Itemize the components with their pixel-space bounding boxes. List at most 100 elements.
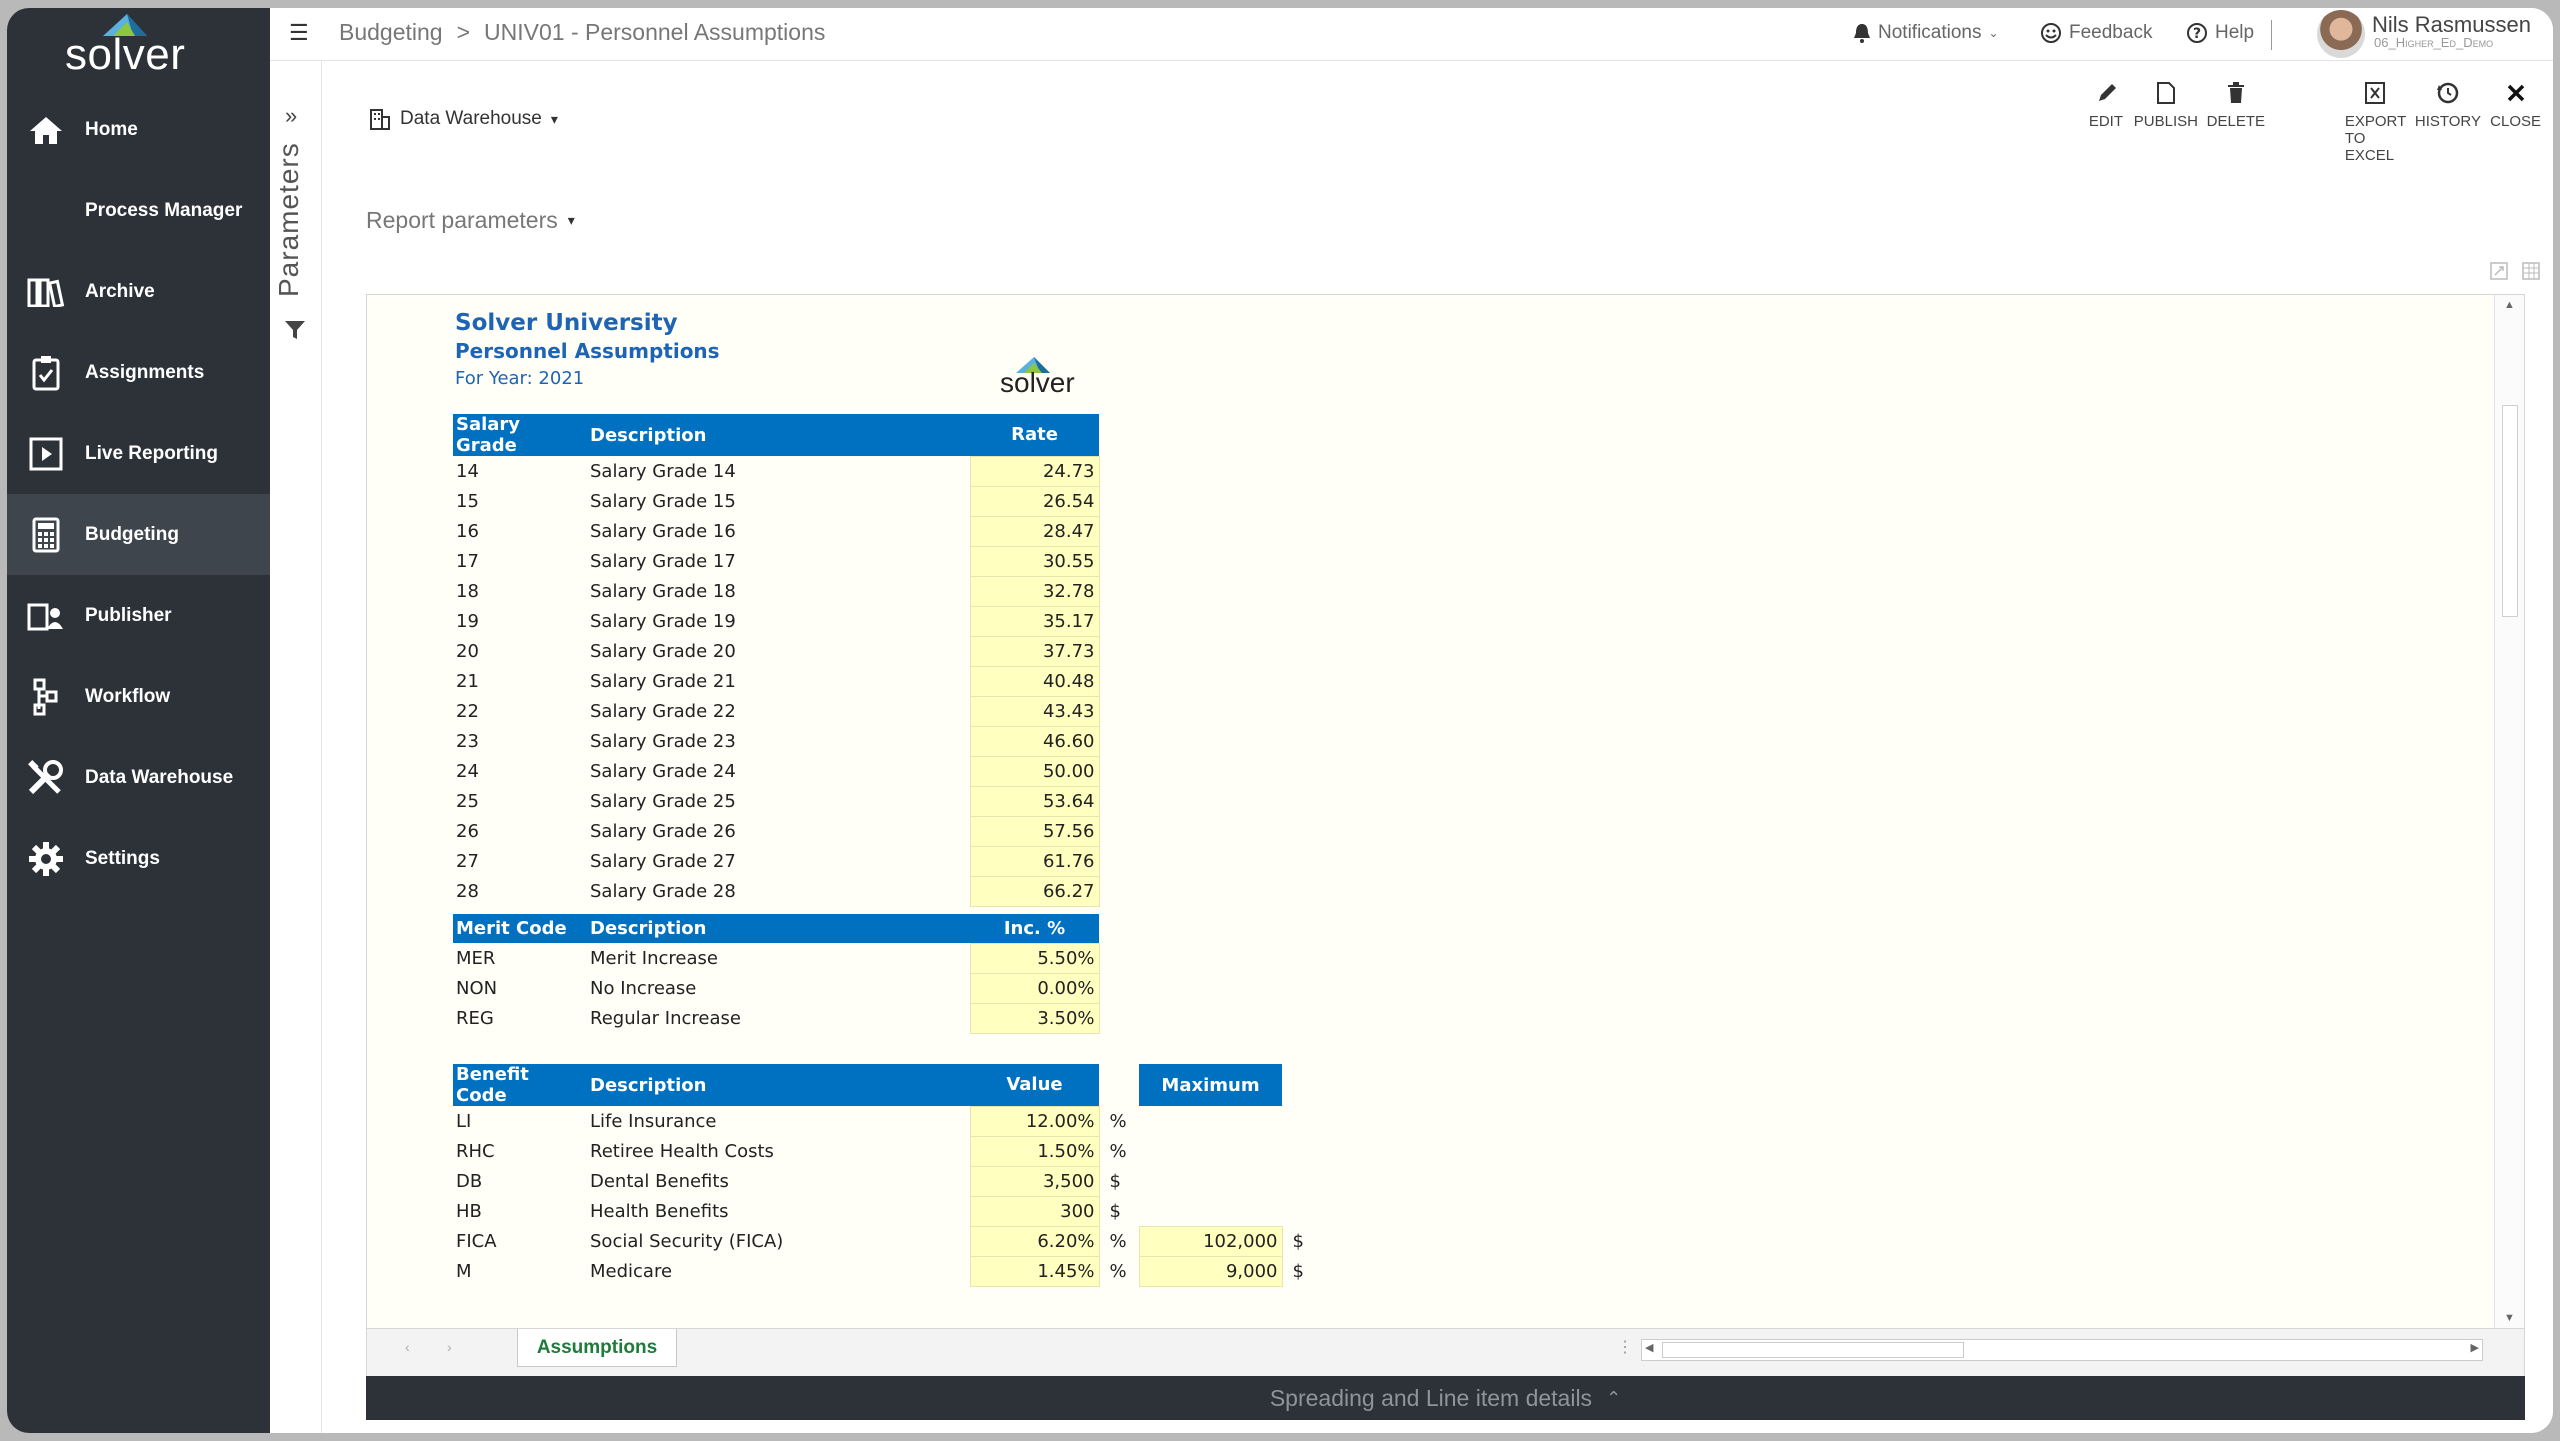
avatar[interactable] [2317, 10, 2365, 58]
expand-icon[interactable]: » [285, 103, 297, 129]
rate-input-cell[interactable]: 61.76 [969, 845, 1100, 877]
sidebar-item-settings[interactable]: Settings [7, 818, 270, 899]
sidebar-item-assignments[interactable]: Assignments [7, 332, 270, 413]
grid-icon[interactable] [2521, 261, 2541, 281]
calculator-icon [7, 517, 85, 553]
sidebar-item-label: Publisher [85, 604, 172, 626]
sidebar-item-home[interactable]: Home [7, 89, 270, 170]
history-button[interactable]: HISTORY [2415, 81, 2481, 130]
sidebar-item-live-reporting[interactable]: Live Reporting [7, 413, 270, 494]
publish-button[interactable]: PUBLISH [2134, 81, 2198, 130]
rate-input-cell[interactable]: 30.55 [969, 545, 1100, 577]
tab-assumptions[interactable]: Assumptions [517, 1329, 677, 1367]
sidebar-item-publisher[interactable]: Publisher [7, 575, 270, 656]
code-cell: NON [456, 977, 498, 999]
column-header: Description [587, 914, 970, 943]
rate-input-cell[interactable]: 28.47 [969, 515, 1100, 547]
tab-next-icon[interactable]: › [447, 1339, 452, 1355]
edit-button[interactable]: EDIT [2089, 81, 2123, 130]
sidebar-item-budgeting[interactable]: Budgeting [7, 494, 270, 575]
excel-icon [2365, 82, 2386, 104]
report-parameters-toggle[interactable]: Report parameters ▾ [366, 207, 575, 234]
maximum-input-cell[interactable]: 102,000 [1138, 1225, 1283, 1257]
value-input-cell[interactable]: 3,500 [969, 1165, 1100, 1197]
close-button[interactable]: CLOSE [2490, 81, 2541, 130]
rate-input-cell[interactable]: 26.54 [969, 485, 1100, 517]
description-cell: Salary Grade 21 [590, 670, 736, 692]
percent-input-cell[interactable]: 3.50% [969, 1002, 1100, 1034]
menu-icon[interactable]: ☰ [289, 20, 309, 46]
scroll-left-icon[interactable]: ◀ [1645, 1341, 1653, 1354]
rate-input-cell[interactable]: 40.48 [969, 665, 1100, 697]
data-source-dropdown[interactable]: Data Warehouse ▾ [369, 108, 558, 130]
rate-input-cell[interactable]: 46.60 [969, 725, 1100, 757]
description-cell: Life Insurance [590, 1110, 717, 1132]
value-input-cell[interactable]: 1.45% [969, 1255, 1100, 1287]
description-cell: Medicare [590, 1260, 673, 1282]
rate-input-cell[interactable]: 32.78 [969, 575, 1100, 607]
table-row: M Medicare 1.45%% 9,000 $ [453, 1255, 1312, 1287]
solver-logo[interactable]: solver [7, 8, 270, 79]
sidebar-item-data-warehouse[interactable]: Data Warehouse [7, 737, 270, 818]
column-header: Benefit Code [453, 1064, 587, 1106]
rate-input-cell[interactable]: 43.43 [969, 695, 1100, 727]
rate-input-cell[interactable]: 66.27 [969, 875, 1100, 907]
breadcrumb-page: UNIV01 - Personnel Assumptions [484, 19, 826, 45]
splitter-icon[interactable]: ⋮ [1617, 1337, 1633, 1357]
percent-input-cell[interactable]: 0.00% [969, 972, 1100, 1004]
percent-input-cell[interactable]: 5.50% [969, 942, 1100, 974]
chevron-down-icon: ⌄ [1988, 26, 1999, 40]
table-row: 14 Salary Grade 14 24.73 [453, 455, 1100, 487]
code-cell: 19 [456, 610, 479, 632]
feedback-button[interactable]: Feedback [2040, 22, 2152, 44]
feedback-label: Feedback [2069, 22, 2153, 43]
rate-input-cell[interactable]: 37.73 [969, 635, 1100, 667]
rate-input-cell[interactable]: 35.17 [969, 605, 1100, 637]
maximum-cell [1139, 1196, 1282, 1226]
column-header: Description [587, 414, 970, 456]
rate-input-cell[interactable]: 53.64 [969, 785, 1100, 817]
maximum-input-cell[interactable]: 9,000 [1138, 1255, 1283, 1287]
scroll-down-icon[interactable]: ▼ [2504, 1312, 2515, 1324]
spreading-details-label: Spreading and Line item details [1269, 1384, 1593, 1411]
delete-button[interactable]: DELETE [2207, 81, 2265, 130]
help-button[interactable]: ? Help [2186, 22, 2254, 44]
data-source-label: Data Warehouse [400, 108, 542, 129]
scroll-thumb[interactable] [2502, 405, 2518, 617]
table-row: 23 Salary Grade 23 46.60 [453, 725, 1100, 757]
rate-input-cell[interactable]: 24.73 [969, 455, 1100, 487]
value-input-cell[interactable]: 300 [969, 1195, 1100, 1227]
report-org: Solver University [455, 310, 678, 336]
tab-prev-icon[interactable]: ‹ [405, 1339, 410, 1355]
expand-icon[interactable] [2489, 261, 2509, 281]
sidebar-item-workflow[interactable]: Workflow [7, 656, 270, 737]
code-cell: RHC [456, 1140, 495, 1162]
description-cell: Salary Grade 14 [590, 460, 736, 482]
notifications-button[interactable]: Notifications ⌄ [1853, 22, 1999, 44]
building-icon [370, 109, 390, 130]
value-input-cell[interactable]: 1.50% [969, 1135, 1100, 1167]
spreading-details-bar[interactable]: Spreading and Line item details ⌃ [366, 1376, 2525, 1420]
unit-cell: % [1109, 1260, 1127, 1282]
scroll-right-icon[interactable]: ▶ [2471, 1341, 2479, 1354]
table-row: 18 Salary Grade 18 32.78 [453, 575, 1100, 607]
table-row: 19 Salary Grade 19 35.17 [453, 605, 1100, 637]
parameters-label[interactable]: Parameters [273, 142, 305, 297]
export-to-excel-button[interactable]: EXPORT TO EXCEL [2345, 81, 2406, 164]
value-input-cell[interactable]: 12.00% [969, 1105, 1100, 1137]
scroll-up-icon[interactable]: ▲ [2504, 299, 2515, 311]
sidebar-item-archive[interactable]: Archive [7, 251, 270, 332]
divider [2271, 20, 2272, 50]
vertical-scrollbar[interactable]: ▲ ▼ [2494, 295, 2524, 1328]
value-input-cell[interactable]: 6.20% [969, 1225, 1100, 1257]
view-options [2489, 261, 2541, 281]
filter-icon[interactable] [284, 319, 306, 341]
breadcrumb-root[interactable]: Budgeting [339, 19, 443, 45]
sidebar-item-process-manager[interactable]: Process Manager [7, 170, 270, 251]
scroll-thumb[interactable] [1662, 1342, 1964, 1358]
table-row: REG Regular Increase 3.50% [453, 1002, 1100, 1034]
horizontal-scrollbar[interactable]: ◀ ▶ [1641, 1339, 2483, 1361]
rate-input-cell[interactable]: 57.56 [969, 815, 1100, 847]
rate-input-cell[interactable]: 50.00 [969, 755, 1100, 787]
publish-label: PUBLISH [2133, 113, 2198, 130]
